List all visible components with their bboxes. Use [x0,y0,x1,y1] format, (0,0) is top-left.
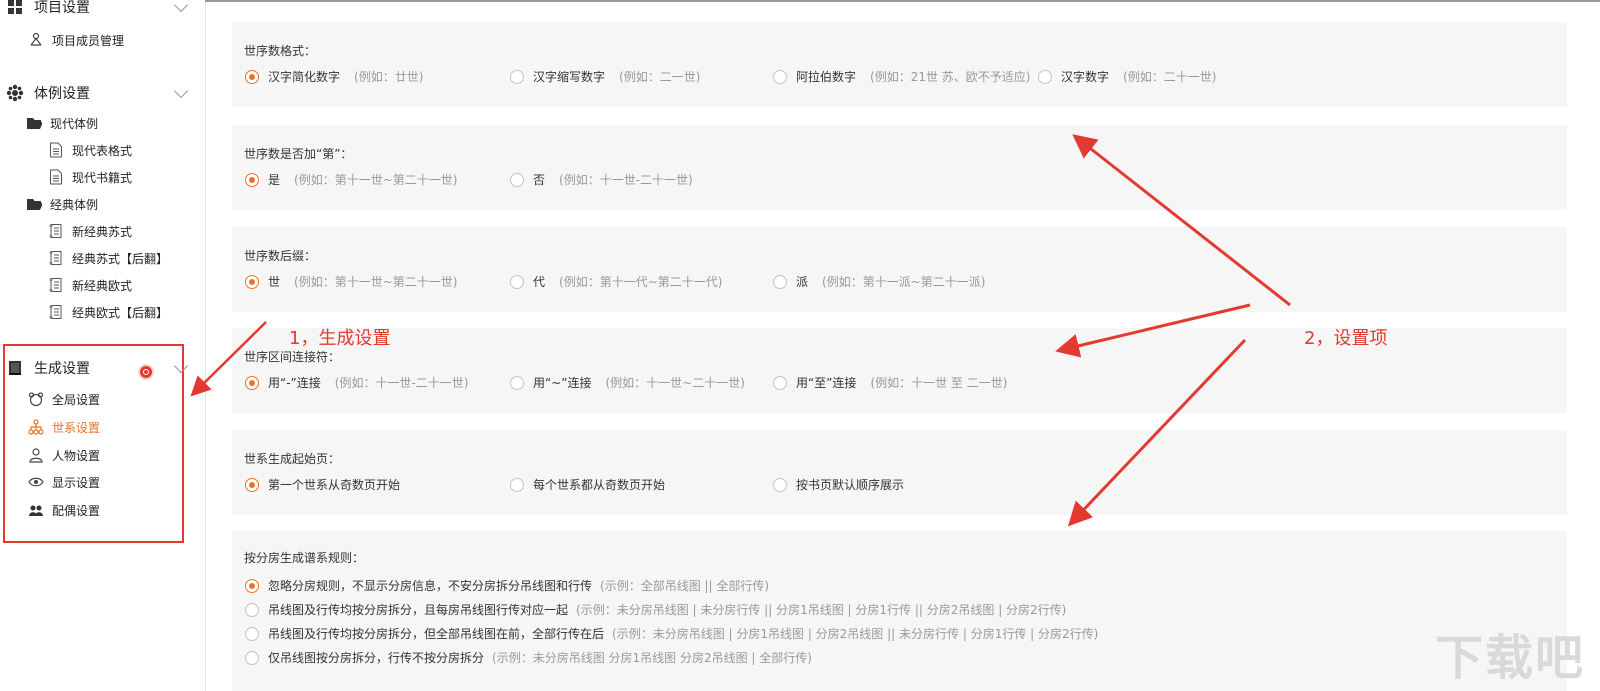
watermark: 下载吧 [1435,630,1586,686]
arrow-to-panel [1072,134,1291,307]
arrow-to-panel [1055,303,1251,358]
arrow-to-panel [1067,338,1247,527]
annotation-label-generate: 1，生成设置 [289,328,391,349]
arrow-to-generate-settings [190,321,267,397]
annotation-label-settings: 2，设置项 [1304,328,1388,349]
